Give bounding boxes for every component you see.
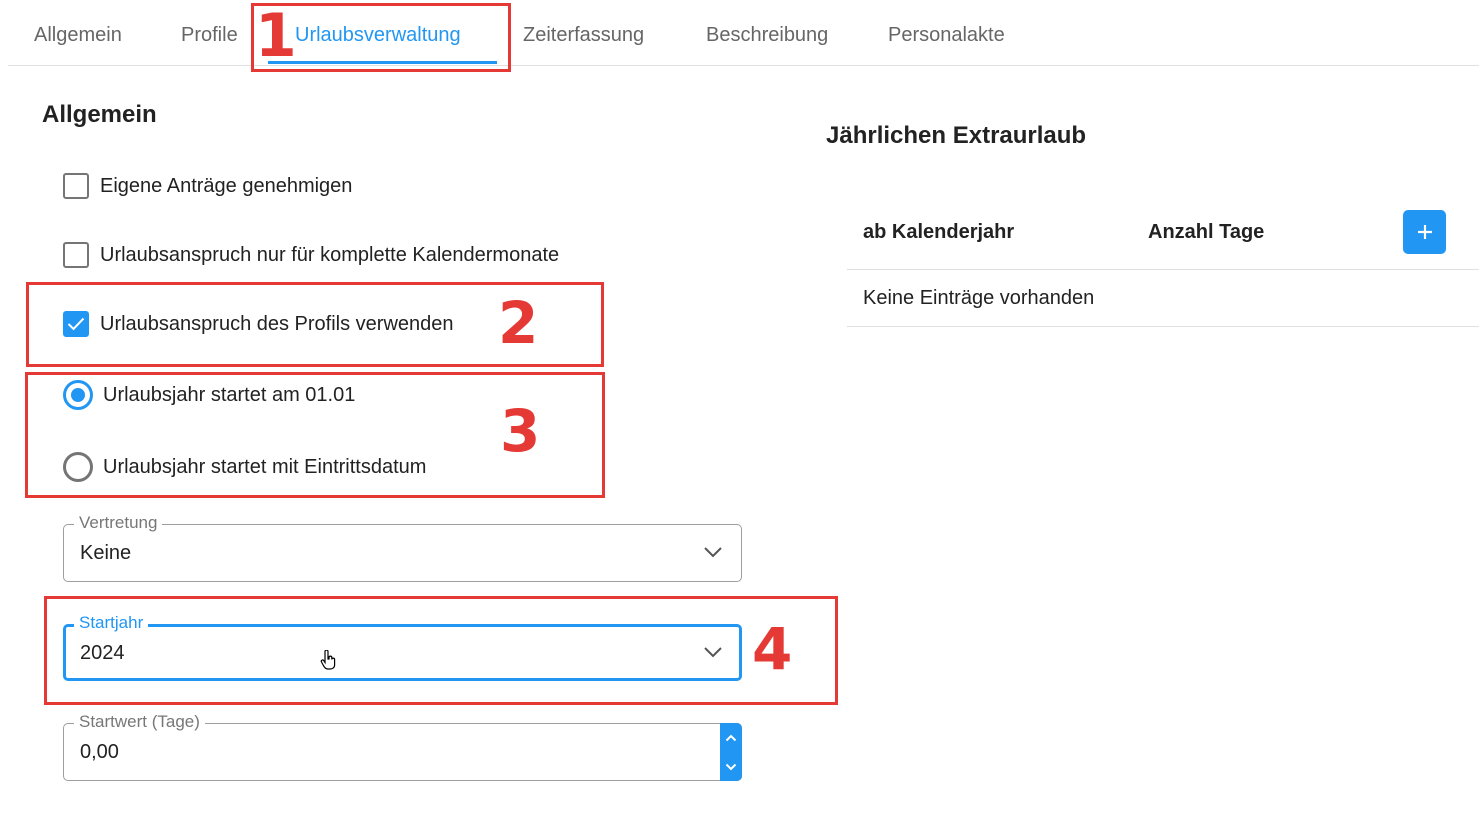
checkbox-approve-own-requests[interactable]: Eigene Anträge genehmigen xyxy=(63,173,352,199)
checkbox-label: Eigene Anträge genehmigen xyxy=(100,174,353,197)
chevron-down-icon xyxy=(704,647,722,658)
radio-year-starts-entry-date[interactable]: Urlaubsjahr startet mit Eintrittsdatum xyxy=(63,452,426,482)
chevron-down-icon xyxy=(725,763,737,770)
plus-icon xyxy=(1417,225,1432,239)
checkbox-label: Urlaubsanspruch des Profils verwenden xyxy=(100,312,454,335)
column-header-days: Anzahl Tage xyxy=(1148,221,1265,243)
substitute-label: Vertretung xyxy=(74,513,163,533)
empty-state-text: Keine Einträge vorhanden xyxy=(863,287,1095,309)
checkmark-icon xyxy=(67,317,85,331)
decrement-button[interactable] xyxy=(720,752,742,781)
tab-bar: Allgemein Profile Urlaubsverwaltung Zeit… xyxy=(8,0,1479,66)
annotation-number-1: 1 xyxy=(255,1,297,71)
checkbox-box[interactable] xyxy=(63,173,89,199)
column-header-calendar-year: ab Kalenderjahr xyxy=(863,221,1015,243)
substitute-value: Keine xyxy=(80,542,132,564)
tab-allgemein[interactable]: Allgemein xyxy=(34,24,122,47)
checkbox-full-months-only[interactable]: Urlaubsanspruch nur für komplette Kalend… xyxy=(63,242,559,268)
increment-button[interactable] xyxy=(720,723,742,752)
start-value-value[interactable]: 0,00 xyxy=(80,741,119,764)
checkbox-box-checked[interactable] xyxy=(63,311,89,337)
tab-profile[interactable]: Profile xyxy=(181,24,238,47)
start-value-label: Startwert (Tage) xyxy=(74,712,205,732)
checkbox-box[interactable] xyxy=(63,242,89,268)
extra-leave-table: ab Kalenderjahr Anzahl Tage Keine Einträ… xyxy=(847,200,1479,327)
checkbox-label: Urlaubsanspruch nur für komplette Kalend… xyxy=(100,243,560,266)
start-value-input[interactable]: Startwert (Tage) 0,00 xyxy=(63,712,742,781)
hand-cursor-icon xyxy=(320,650,336,670)
tab-personalakte[interactable]: Personalakte xyxy=(888,24,1005,47)
annotation-number-4: 4 xyxy=(752,615,793,683)
add-entry-button[interactable] xyxy=(1403,210,1446,254)
start-year-label: Startjahr xyxy=(74,613,149,633)
tab-beschreibung[interactable]: Beschreibung xyxy=(706,24,828,47)
checkbox-use-profile-entitlement[interactable]: Urlaubsanspruch des Profils verwenden xyxy=(63,311,454,337)
radio-button-selected[interactable] xyxy=(63,380,93,410)
annotation-number-3: 3 xyxy=(500,397,541,465)
section-title-extra-leave: Jährlichen Extraurlaub xyxy=(826,122,1087,149)
tab-zeiterfassung[interactable]: Zeiterfassung xyxy=(523,24,644,47)
radio-label: Urlaubsjahr startet am 01.01 xyxy=(103,383,356,406)
radio-label: Urlaubsjahr startet mit Eintrittsdatum xyxy=(103,455,427,478)
annotation-number-2: 2 xyxy=(498,289,539,357)
tab-urlaubsverwaltung[interactable]: Urlaubsverwaltung xyxy=(295,24,461,47)
chevron-down-icon xyxy=(704,547,722,558)
table-row-empty: Keine Einträge vorhanden xyxy=(847,270,1479,327)
section-title-general: Allgemein xyxy=(42,101,157,128)
start-year-value: 2024 xyxy=(80,642,125,664)
table-header: ab Kalenderjahr Anzahl Tage xyxy=(847,200,1479,270)
active-tab-indicator xyxy=(268,61,497,64)
substitute-select[interactable]: Vertretung Keine xyxy=(63,513,742,582)
radio-year-starts-jan-1[interactable]: Urlaubsjahr startet am 01.01 xyxy=(63,380,355,410)
chevron-up-icon xyxy=(725,734,737,741)
number-spinner xyxy=(720,723,742,781)
start-year-select[interactable]: Startjahr 2024 xyxy=(63,613,742,681)
radio-button[interactable] xyxy=(63,452,93,482)
